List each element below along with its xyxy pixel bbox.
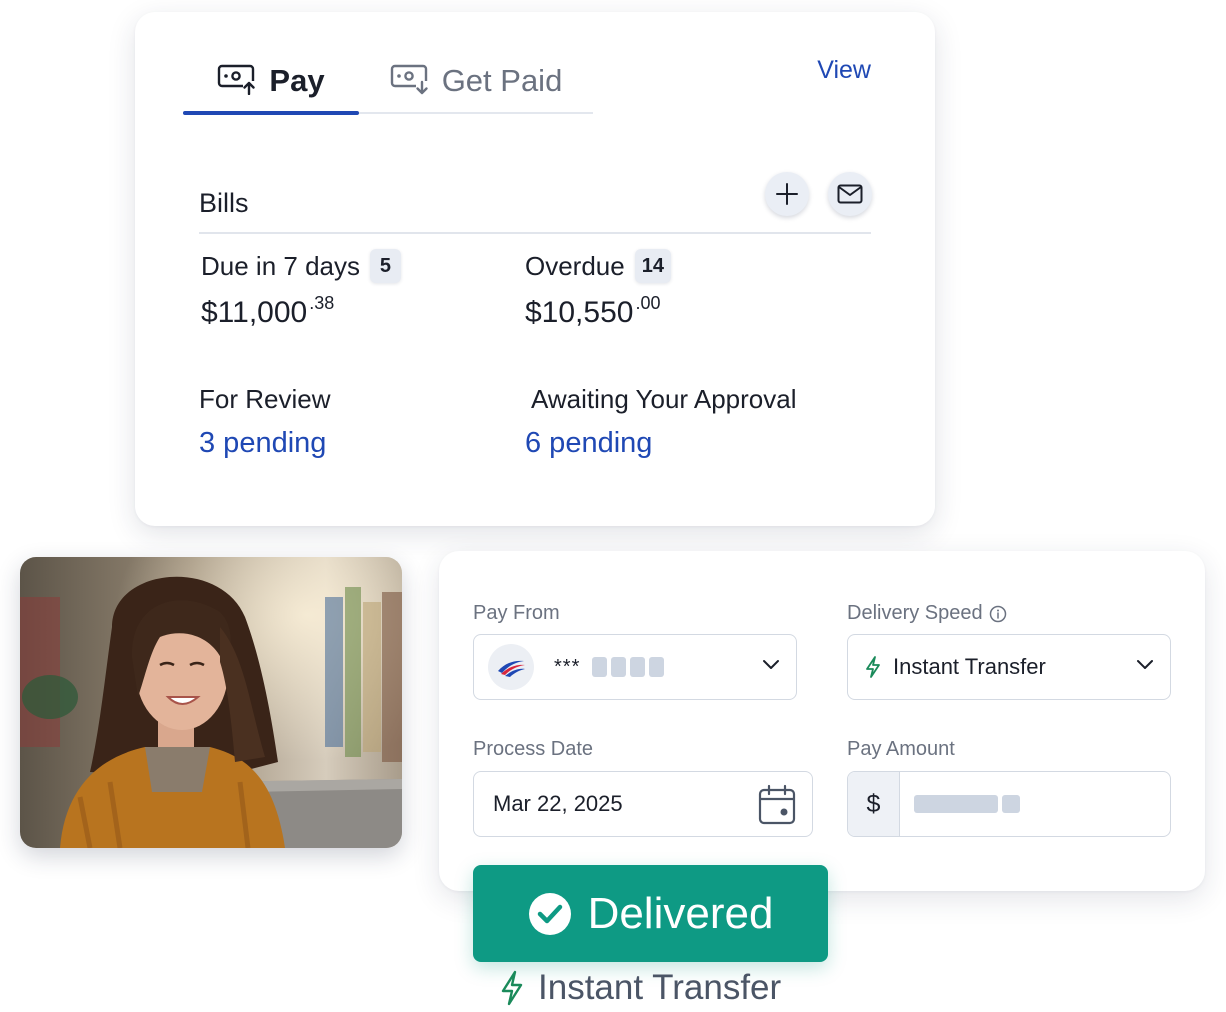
currency-symbol: $: [848, 772, 900, 836]
process-date-input[interactable]: Mar 22, 2025: [473, 771, 813, 837]
pay-amount-input[interactable]: $: [847, 771, 1171, 837]
overdue-stat[interactable]: Overdue 14 $10,550.00: [525, 249, 671, 330]
tab-pay-label: Pay: [269, 63, 325, 98]
instant-transfer-footer-label: Instant Transfer: [538, 968, 782, 1007]
for-review-pending-link[interactable]: 3 pending: [199, 427, 330, 460]
overdue-amount: $10,550.00: [525, 293, 671, 330]
due-soon-count-badge: 5: [369, 249, 401, 283]
pay-amount-redacted: [914, 795, 1020, 813]
delivery-speed-value: Instant Transfer: [893, 654, 1046, 679]
customer-photo: [20, 557, 402, 848]
for-review-stat: For Review 3 pending: [199, 384, 330, 460]
awaiting-approval-label: Awaiting Your Approval: [531, 384, 797, 414]
pay-icon: [217, 63, 257, 100]
awaiting-approval-stat: Awaiting Your Approval 6 pending: [525, 384, 797, 460]
add-bill-button[interactable]: [765, 172, 809, 216]
account-masked-prefix: ***: [554, 655, 581, 678]
pay-from-select[interactable]: ***: [473, 634, 797, 700]
overdue-amount-cents: .00: [635, 293, 661, 313]
lightning-icon: [866, 656, 880, 678]
mail-icon: [837, 184, 863, 204]
process-date-label-text: Process Date: [473, 738, 594, 760]
delivery-speed-label: Delivery Speed: [847, 602, 1007, 625]
get-paid-icon: [390, 63, 430, 100]
bills-section-title: Bills: [199, 188, 249, 218]
check-circle-icon: [528, 892, 571, 935]
due-soon-amount: $11,000.38: [201, 293, 401, 330]
awaiting-approval-pending-link[interactable]: 6 pending: [525, 427, 797, 460]
chevron-down-icon: [1137, 660, 1153, 669]
delivery-speed-select[interactable]: Instant Transfer: [847, 634, 1171, 700]
email-bill-button[interactable]: [828, 172, 872, 216]
lightning-icon: [501, 970, 523, 1006]
bills-card: Pay Get Paid View Bills Due in 7 days 5 …: [135, 12, 935, 526]
overdue-amount-main: $10,550: [525, 296, 634, 329]
calendar-icon[interactable]: [758, 784, 796, 826]
delivered-label: Delivered: [587, 888, 774, 938]
payment-form-card: Pay From *** Delivery Speed Instant Tran…: [439, 551, 1205, 891]
pay-from-label-text: Pay From: [473, 602, 560, 624]
process-date-value: Mar 22, 2025: [493, 791, 623, 816]
pay-tabs: Pay Get Paid: [183, 50, 593, 115]
bills-divider: [199, 232, 871, 234]
due-soon-label: Due in 7 days: [201, 250, 360, 281]
tab-get-paid[interactable]: Get Paid: [359, 50, 593, 112]
info-icon[interactable]: [989, 605, 1007, 623]
pay-from-label: Pay From: [473, 602, 560, 625]
pay-amount-label-text: Pay Amount: [847, 738, 955, 760]
overdue-count-badge: 14: [634, 249, 671, 283]
active-tab-indicator: [183, 111, 359, 115]
delivered-status-button[interactable]: Delivered: [473, 865, 828, 962]
tab-get-paid-label: Get Paid: [441, 63, 563, 98]
due-soon-amount-cents: .38: [309, 293, 335, 313]
process-date-label: Process Date: [473, 738, 593, 761]
pay-amount-label: Pay Amount: [847, 738, 955, 761]
overdue-label: Overdue: [525, 250, 625, 281]
tab-pay[interactable]: Pay: [183, 50, 359, 115]
bank-logo-icon: [488, 644, 534, 690]
plus-icon: [776, 183, 798, 205]
view-link[interactable]: View: [817, 56, 871, 85]
account-number-redacted: [592, 657, 665, 677]
due-soon-stat[interactable]: Due in 7 days 5 $11,000.38: [201, 249, 401, 330]
for-review-label: For Review: [199, 384, 331, 414]
delivery-speed-label-text: Delivery Speed: [847, 602, 983, 624]
due-soon-amount-main: $11,000: [201, 296, 308, 329]
instant-transfer-footer: Instant Transfer: [498, 968, 781, 1008]
chevron-down-icon: [763, 660, 779, 669]
